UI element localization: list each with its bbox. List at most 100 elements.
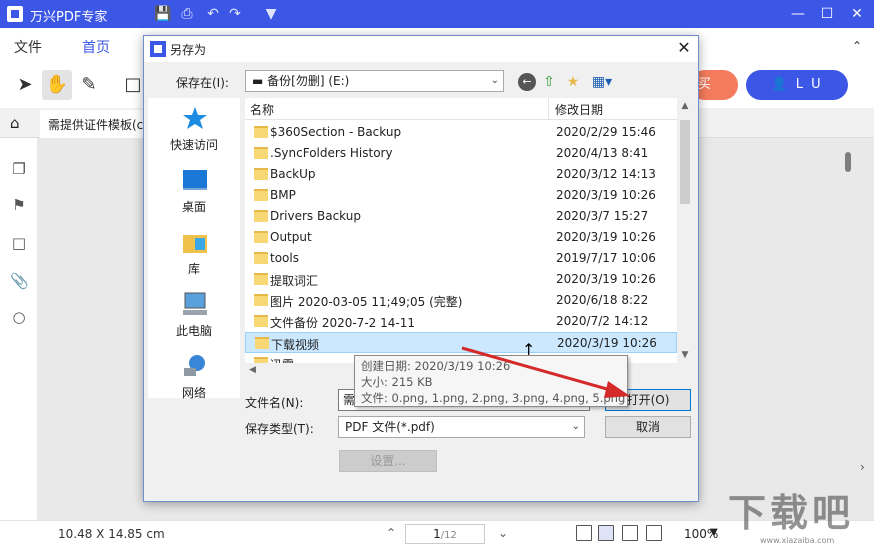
- place-label: 此电脑: [175, 324, 212, 338]
- filename-label: 文件名(N):: [245, 396, 304, 410]
- folder-icon: [254, 273, 268, 285]
- home-icon[interactable]: ⌂: [10, 114, 20, 132]
- settings-button: 设置...: [339, 450, 437, 472]
- place-network[interactable]: 网络: [148, 354, 240, 410]
- collapse-ribbon-icon[interactable]: ⌃: [846, 35, 868, 57]
- new-folder-icon[interactable]: ★: [564, 73, 582, 91]
- redo-icon[interactable]: ↷: [226, 5, 244, 23]
- file-name: Drivers Backup: [270, 209, 361, 223]
- user-account-button[interactable]: 👤 L U: [746, 70, 848, 100]
- place-quick-access[interactable]: 快速访问: [148, 106, 240, 162]
- column-header-date[interactable]: 修改日期: [555, 101, 603, 118]
- back-icon[interactable]: ←: [518, 73, 536, 91]
- file-name: $360Section - Backup: [270, 125, 402, 139]
- dialog-close-icon[interactable]: ✕: [674, 38, 694, 58]
- hand-tool-icon[interactable]: ✋: [42, 70, 72, 100]
- library-icon: [183, 235, 207, 253]
- file-list-scrollbar[interactable]: ▲ ▼: [677, 98, 693, 363]
- table-row[interactable]: 下载视频 2020/3/19 10:26: [245, 332, 677, 353]
- dialog-app-icon: [150, 41, 166, 57]
- file-date: 2020/3/12 14:13: [556, 167, 656, 181]
- folder-icon: [254, 231, 268, 243]
- menu-home[interactable]: 首页: [82, 37, 110, 64]
- comment-icon[interactable]: □: [10, 234, 28, 252]
- table-row[interactable]: tools 2019/7/17 10:06: [245, 248, 677, 269]
- left-sidebar: ❐ ⚑ □ 📎 ○ ›: [0, 138, 47, 520]
- place-libraries[interactable]: 库: [148, 230, 240, 286]
- app-title: 万兴PDF专家: [30, 10, 108, 25]
- file-name: BMP: [270, 188, 296, 202]
- column-header-name[interactable]: 名称: [250, 101, 274, 118]
- table-row[interactable]: 提取词汇 2020/3/19 10:26: [245, 269, 677, 290]
- save-icon[interactable]: 💾: [154, 5, 172, 23]
- places-bar: 快速访问 桌面 库 此电脑 网络: [148, 98, 240, 400]
- table-row[interactable]: Output 2020/3/19 10:26: [245, 227, 677, 248]
- place-desktop[interactable]: 桌面: [148, 168, 240, 224]
- zoom-dropdown-icon[interactable]: ▼: [710, 527, 718, 538]
- file-date: 2020/4/13 8:41: [556, 146, 649, 160]
- file-list[interactable]: ⌃ 名称 修改日期 $360Section - Backup 2020/2/29 …: [245, 98, 693, 363]
- close-window-icon[interactable]: ✕: [846, 3, 868, 25]
- minimize-icon[interactable]: —: [787, 3, 809, 25]
- folder-icon: [254, 210, 268, 222]
- edit-tool-icon[interactable]: ✎: [74, 70, 104, 100]
- scroll-left-icon[interactable]: ◀: [249, 365, 256, 375]
- table-row[interactable]: BMP 2020/3/19 10:26: [245, 185, 677, 206]
- thumbnails-icon[interactable]: ❐: [10, 160, 28, 178]
- continuous-view-icon[interactable]: [598, 525, 614, 541]
- two-page-view-icon[interactable]: [622, 525, 638, 541]
- column-divider[interactable]: [548, 98, 549, 120]
- table-row[interactable]: Drivers Backup 2020/3/7 15:27: [245, 206, 677, 227]
- file-date: 2020/3/19 10:26: [557, 336, 657, 350]
- place-label: 桌面: [181, 200, 206, 214]
- file-name: tools: [270, 251, 299, 265]
- drive-icon: ▬: [252, 74, 264, 88]
- up-folder-icon[interactable]: ⇧: [540, 73, 558, 91]
- canvas-scrollbar-thumb[interactable]: [845, 152, 851, 172]
- app-logo-icon: [7, 6, 23, 22]
- user-label: L U: [795, 77, 823, 92]
- two-page-continuous-view-icon[interactable]: [646, 525, 662, 541]
- page-number-input[interactable]: 1/12: [405, 524, 485, 544]
- single-page-view-icon[interactable]: [576, 525, 592, 541]
- scroll-down-icon[interactable]: ▼: [677, 347, 693, 363]
- menu-file[interactable]: 文件: [14, 37, 42, 57]
- desktop-icon: [183, 170, 207, 190]
- file-name: 下载视频: [271, 338, 320, 352]
- maximize-icon[interactable]: ☐: [816, 3, 838, 25]
- file-date: 2020/7/2 14:12: [556, 314, 649, 328]
- computer-icon: [183, 292, 207, 315]
- select-tool-icon[interactable]: ➤: [10, 70, 40, 100]
- dialog-title: 另存为: [170, 43, 207, 57]
- prev-page-icon[interactable]: ⌃: [380, 522, 402, 544]
- table-row[interactable]: 图片 2020-03-05 11;49;05 (完整) 2020/6/18 8:2…: [245, 290, 677, 311]
- document-tab[interactable]: 需提供证件模板(c: [40, 110, 150, 138]
- undo-icon[interactable]: ↶: [204, 5, 222, 23]
- bookmark-icon[interactable]: ⚑: [10, 196, 28, 214]
- place-this-pc[interactable]: 此电脑: [148, 292, 240, 348]
- attachment-icon[interactable]: 📎: [10, 272, 29, 290]
- current-page: 1: [433, 527, 441, 541]
- save-in-dropdown[interactable]: ▬ 备份[勿删] (E:) ⌄: [245, 70, 504, 92]
- cancel-button[interactable]: 取消: [605, 416, 691, 438]
- next-page-icon[interactable]: ⌄: [492, 522, 514, 544]
- table-row[interactable]: BackUp 2020/3/12 14:13: [245, 164, 677, 185]
- chevron-down-icon: ⌄: [490, 75, 499, 86]
- file-name: BackUp: [270, 167, 316, 181]
- quick-access-dropdown-icon[interactable]: ▼: [262, 5, 280, 23]
- filetype-dropdown[interactable]: PDF 文件(*.pdf) ⌄: [338, 416, 585, 438]
- print-icon[interactable]: ⎙: [178, 5, 196, 23]
- scroll-up-icon[interactable]: ▲: [677, 98, 693, 114]
- scrollbar-thumb[interactable]: [680, 120, 690, 204]
- file-name: 提取词汇: [270, 274, 319, 288]
- file-date: 2020/3/19 10:26: [556, 272, 656, 286]
- table-row[interactable]: 文件备份 2020-7-2 14-11 2020/7/2 14:12: [245, 311, 677, 332]
- expand-right-panel-icon[interactable]: ›: [860, 460, 865, 474]
- table-row[interactable]: .SyncFolders History 2020/4/13 8:41: [245, 143, 677, 164]
- search-icon[interactable]: ○: [10, 308, 28, 326]
- watermark-url: www.xiazaiba.com: [760, 536, 835, 545]
- view-menu-icon[interactable]: ▦▾: [588, 73, 616, 91]
- table-row[interactable]: $360Section - Backup 2020/2/29 15:46: [245, 122, 677, 143]
- folder-icon: [254, 252, 268, 264]
- title-bar: 万兴PDF专家 💾 ⎙ ↶ ↷ ▼ — ☐ ✕: [0, 0, 874, 28]
